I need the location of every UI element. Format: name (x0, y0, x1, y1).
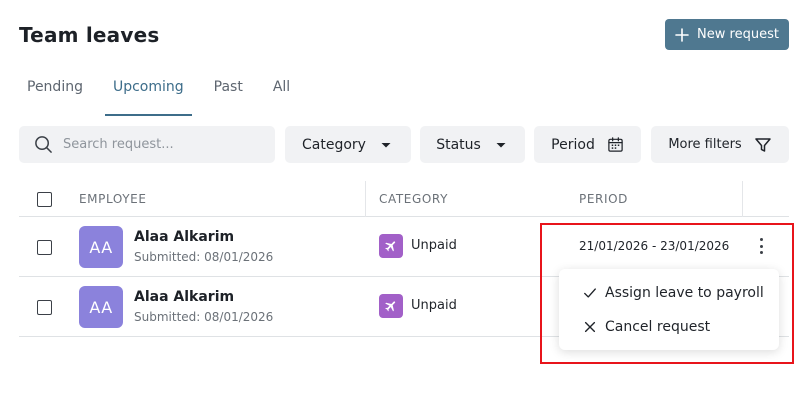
search-icon (35, 136, 52, 153)
column-divider (365, 181, 366, 217)
plus-icon (675, 27, 689, 42)
x-icon (584, 321, 596, 333)
search-input[interactable] (63, 137, 253, 152)
column-divider (742, 181, 743, 217)
new-request-label: New request (697, 27, 779, 42)
submitted-date: Submitted: 08/01/2026 (134, 250, 274, 264)
table-header: EMPLOYEE CATEGORY PERIOD (19, 181, 789, 217)
employee-name: Alaa Alkarim (134, 229, 235, 245)
cancel-request-menu-item[interactable]: Cancel request (559, 310, 779, 344)
column-employee: EMPLOYEE (79, 192, 147, 206)
cancel-request-label: Cancel request (605, 319, 711, 335)
leave-tabs: Pending Upcoming Past All (19, 76, 312, 116)
category-label: Unpaid (411, 298, 457, 313)
status-filter[interactable]: Status (420, 126, 525, 163)
select-all-checkbox[interactable] (37, 192, 52, 207)
avatar: AA (79, 226, 123, 268)
search-box[interactable] (19, 126, 275, 163)
row-actions-kebab-icon[interactable] (753, 236, 769, 256)
caret-down-icon (381, 142, 391, 147)
tab-upcoming[interactable]: Upcoming (104, 76, 192, 116)
tab-pending[interactable]: Pending (19, 76, 91, 116)
category-badge (379, 294, 403, 318)
row-checkbox[interactable] (37, 300, 52, 315)
leave-period: 21/01/2026 - 23/01/2026 (579, 239, 730, 253)
airplane-icon (385, 241, 396, 252)
status-filter-label: Status (436, 136, 481, 153)
row-checkbox[interactable] (37, 240, 52, 255)
category-label: Unpaid (411, 238, 457, 253)
category-filter[interactable]: Category (285, 126, 411, 163)
calendar-icon (608, 137, 623, 152)
avatar: AA (79, 286, 123, 328)
period-filter-label: Period (551, 136, 595, 153)
column-period: PERIOD (579, 192, 628, 206)
caret-down-icon (496, 142, 506, 147)
category-badge (379, 234, 403, 258)
more-filters-label: More filters (668, 137, 742, 152)
assign-to-payroll-label: Assign leave to payroll (605, 285, 764, 301)
column-category: CATEGORY (379, 192, 449, 206)
team-leaves-page: Team leaves New request Pending Upcoming… (0, 0, 809, 406)
more-filters-button[interactable]: More filters (651, 126, 789, 163)
tab-past[interactable]: Past (206, 76, 251, 116)
funnel-icon (754, 137, 771, 152)
new-request-button[interactable]: New request (665, 19, 789, 50)
tab-all[interactable]: All (265, 76, 298, 116)
row-actions-menu: Assign leave to payroll Cancel request (559, 269, 779, 350)
check-icon (584, 288, 596, 298)
category-filter-label: Category (302, 136, 366, 153)
assign-to-payroll-menu-item[interactable]: Assign leave to payroll (559, 276, 779, 310)
airplane-icon (385, 301, 396, 312)
page-title: Team leaves (19, 23, 160, 47)
submitted-date: Submitted: 08/01/2026 (134, 310, 274, 324)
table-row[interactable]: AA Alaa Alkarim Submitted: 08/01/2026 Un… (19, 217, 789, 277)
employee-name: Alaa Alkarim (134, 289, 235, 305)
period-filter[interactable]: Period (534, 126, 641, 163)
